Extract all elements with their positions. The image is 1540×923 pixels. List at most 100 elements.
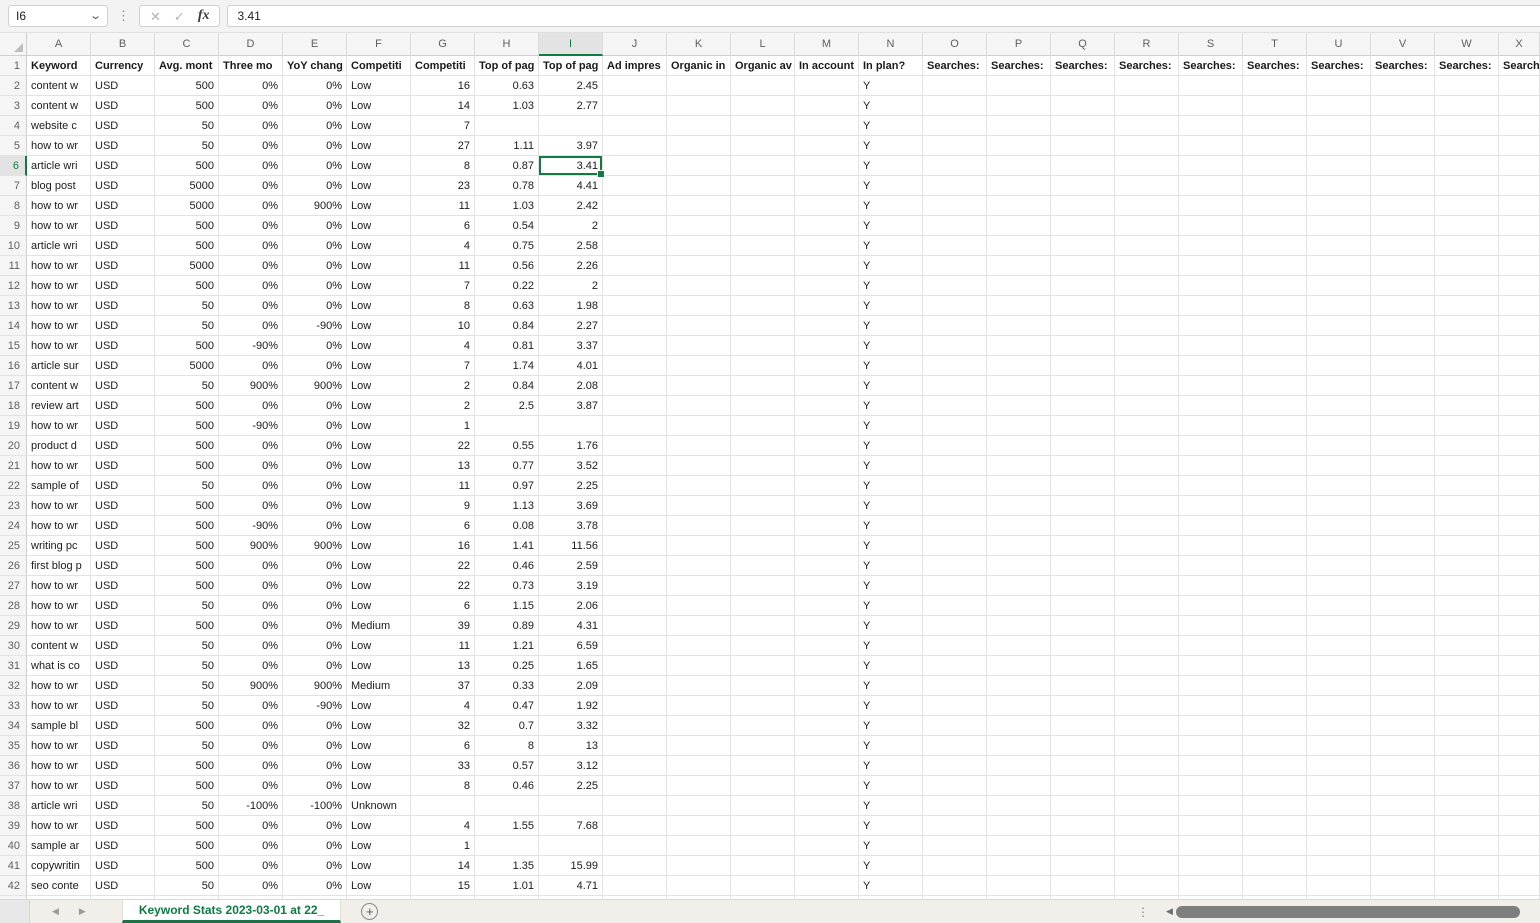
- cell-W26[interactable]: [1435, 556, 1499, 576]
- cell-E38[interactable]: -100%: [283, 796, 347, 816]
- cell-K20[interactable]: [667, 436, 731, 456]
- cell-Q7[interactable]: [1051, 176, 1115, 196]
- cell-U33[interactable]: [1307, 696, 1371, 716]
- cell-Q35[interactable]: [1051, 736, 1115, 756]
- cell-H26[interactable]: 0.46: [475, 556, 539, 576]
- cell-K23[interactable]: [667, 496, 731, 516]
- cell-X21[interactable]: [1499, 456, 1540, 476]
- cell-J19[interactable]: [603, 416, 667, 436]
- cell-C21[interactable]: 500: [155, 456, 219, 476]
- cell-W2[interactable]: [1435, 76, 1499, 96]
- cell-H39[interactable]: 1.55: [475, 816, 539, 836]
- cell-P20[interactable]: [987, 436, 1051, 456]
- cell-Q23[interactable]: [1051, 496, 1115, 516]
- cell-T1[interactable]: Searches:: [1243, 56, 1307, 76]
- cell-J7[interactable]: [603, 176, 667, 196]
- cell-K10[interactable]: [667, 236, 731, 256]
- cell-E18[interactable]: 0%: [283, 396, 347, 416]
- cell-F9[interactable]: Low: [347, 216, 411, 236]
- cell-G13[interactable]: 8: [411, 296, 475, 316]
- cell-V39[interactable]: [1371, 816, 1435, 836]
- cell-B34[interactable]: USD: [91, 716, 155, 736]
- cell-L12[interactable]: [731, 276, 795, 296]
- cell-H36[interactable]: 0.57: [475, 756, 539, 776]
- cell-P38[interactable]: [987, 796, 1051, 816]
- cell-B3[interactable]: USD: [91, 96, 155, 116]
- cell-T8[interactable]: [1243, 196, 1307, 216]
- cell-S20[interactable]: [1179, 436, 1243, 456]
- cell-M16[interactable]: [795, 356, 859, 376]
- cell-D42[interactable]: 0%: [219, 876, 283, 896]
- cell-K28[interactable]: [667, 596, 731, 616]
- cell-G4[interactable]: 7: [411, 116, 475, 136]
- cell-P14[interactable]: [987, 316, 1051, 336]
- cell-F21[interactable]: Low: [347, 456, 411, 476]
- cell-L35[interactable]: [731, 736, 795, 756]
- cell-H4[interactable]: [475, 116, 539, 136]
- cell-S34[interactable]: [1179, 716, 1243, 736]
- cell-R40[interactable]: [1115, 836, 1179, 856]
- cell-P3[interactable]: [987, 96, 1051, 116]
- cell-B20[interactable]: USD: [91, 436, 155, 456]
- cell-T5[interactable]: [1243, 136, 1307, 156]
- cell-U36[interactable]: [1307, 756, 1371, 776]
- cell-X26[interactable]: [1499, 556, 1540, 576]
- cell-Q21[interactable]: [1051, 456, 1115, 476]
- cell-J42[interactable]: [603, 876, 667, 896]
- cell-O26[interactable]: [923, 556, 987, 576]
- cell-N26[interactable]: Y: [859, 556, 923, 576]
- cell-A13[interactable]: how to wr: [27, 296, 91, 316]
- cell-K12[interactable]: [667, 276, 731, 296]
- cell-C38[interactable]: 50: [155, 796, 219, 816]
- cell-L5[interactable]: [731, 136, 795, 156]
- cell-S3[interactable]: [1179, 96, 1243, 116]
- cell-F19[interactable]: Low: [347, 416, 411, 436]
- cell-A40[interactable]: sample ar: [27, 836, 91, 856]
- cell-G40[interactable]: 1: [411, 836, 475, 856]
- cell-A23[interactable]: how to wr: [27, 496, 91, 516]
- cell-G10[interactable]: 4: [411, 236, 475, 256]
- cell-O24[interactable]: [923, 516, 987, 536]
- cell-J18[interactable]: [603, 396, 667, 416]
- cell-P33[interactable]: [987, 696, 1051, 716]
- cell-H8[interactable]: 1.03: [475, 196, 539, 216]
- row-header-15[interactable]: 15: [0, 336, 27, 356]
- cell-H21[interactable]: 0.77: [475, 456, 539, 476]
- cell-O6[interactable]: [923, 156, 987, 176]
- row-header-36[interactable]: 36: [0, 756, 27, 776]
- cell-H2[interactable]: 0.63: [475, 76, 539, 96]
- cell-R32[interactable]: [1115, 676, 1179, 696]
- chevron-down-icon[interactable]: ⌄: [89, 11, 102, 22]
- cell-W11[interactable]: [1435, 256, 1499, 276]
- cell-G5[interactable]: 27: [411, 136, 475, 156]
- formula-input[interactable]: 3.41: [227, 5, 1540, 27]
- cell-C11[interactable]: 5000: [155, 256, 219, 276]
- cell-B19[interactable]: USD: [91, 416, 155, 436]
- cell-M3[interactable]: [795, 96, 859, 116]
- cell-T3[interactable]: [1243, 96, 1307, 116]
- cell-S10[interactable]: [1179, 236, 1243, 256]
- cell-A12[interactable]: how to wr: [27, 276, 91, 296]
- cell-Q26[interactable]: [1051, 556, 1115, 576]
- scroll-left-icon[interactable]: ◀: [1166, 906, 1173, 917]
- cell-N37[interactable]: Y: [859, 776, 923, 796]
- cell-R37[interactable]: [1115, 776, 1179, 796]
- cell-E13[interactable]: 0%: [283, 296, 347, 316]
- cell-X28[interactable]: [1499, 596, 1540, 616]
- cell-U11[interactable]: [1307, 256, 1371, 276]
- cell-L17[interactable]: [731, 376, 795, 396]
- cell-O25[interactable]: [923, 536, 987, 556]
- cell-J23[interactable]: [603, 496, 667, 516]
- cell-T37[interactable]: [1243, 776, 1307, 796]
- cell-E26[interactable]: 0%: [283, 556, 347, 576]
- cell-R19[interactable]: [1115, 416, 1179, 436]
- cell-R23[interactable]: [1115, 496, 1179, 516]
- cell-A36[interactable]: how to wr: [27, 756, 91, 776]
- cell-D3[interactable]: 0%: [219, 96, 283, 116]
- cell-X27[interactable]: [1499, 576, 1540, 596]
- cell-S5[interactable]: [1179, 136, 1243, 156]
- cell-C8[interactable]: 5000: [155, 196, 219, 216]
- cell-B13[interactable]: USD: [91, 296, 155, 316]
- cell-L18[interactable]: [731, 396, 795, 416]
- cell-N3[interactable]: Y: [859, 96, 923, 116]
